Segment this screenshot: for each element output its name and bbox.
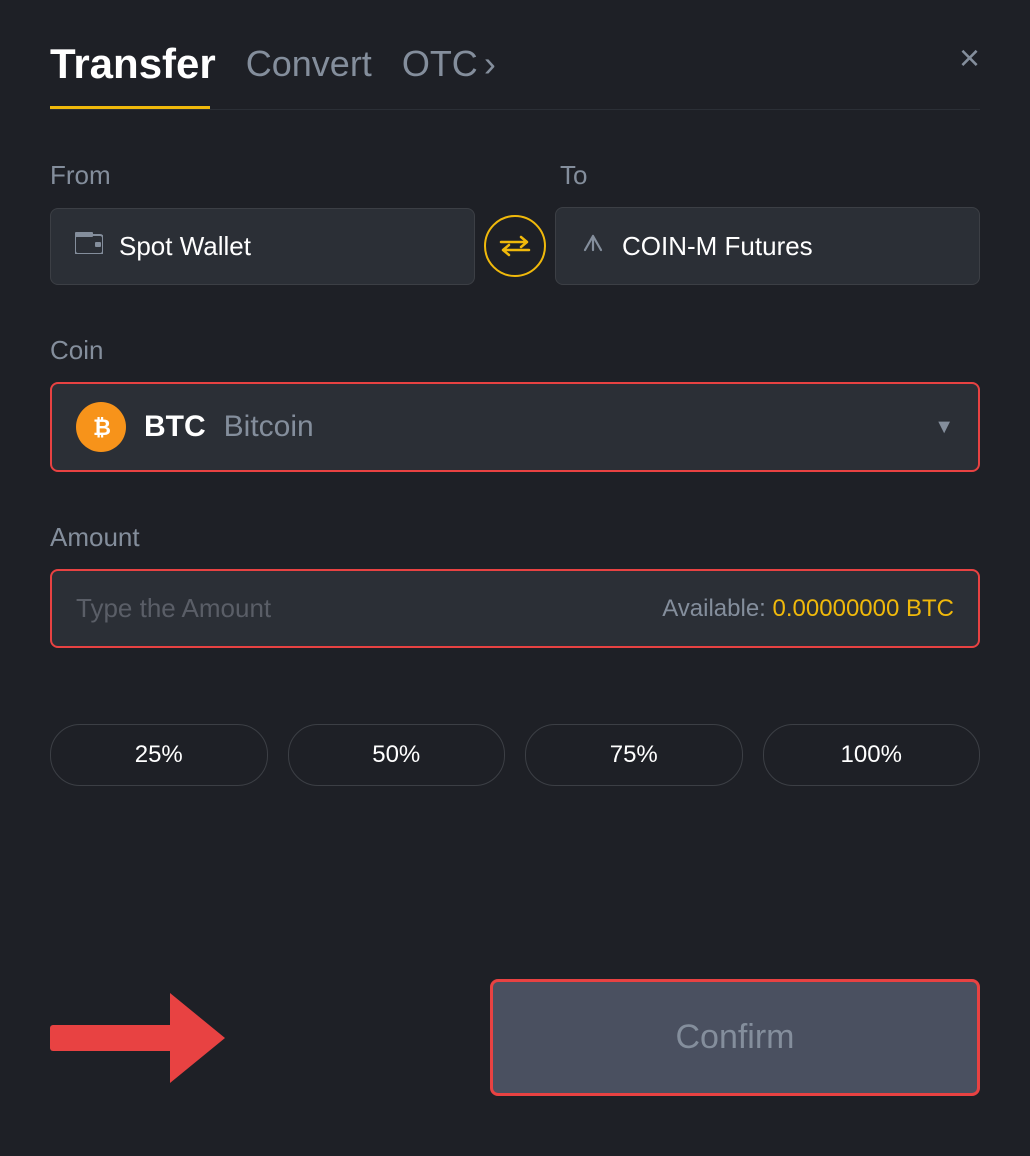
amount-placeholder: Type the Amount (76, 593, 271, 624)
amount-input-box[interactable]: Type the Amount Available: 0.00000000 BT… (50, 569, 980, 648)
futures-icon (580, 230, 606, 262)
coin-symbol: BTC (144, 410, 206, 444)
percent-100-button[interactable]: 100% (763, 724, 981, 786)
tab-transfer[interactable]: Transfer (50, 40, 216, 88)
close-button[interactable]: × (959, 40, 980, 76)
tab-otc[interactable]: OTC › (402, 43, 496, 85)
percent-25-button[interactable]: 25% (50, 724, 268, 786)
from-wallet-selector[interactable]: Spot Wallet (50, 208, 475, 285)
coin-name: Bitcoin (224, 410, 314, 444)
percent-row: 25% 50% 75% 100% (50, 724, 980, 786)
transfer-modal: Transfer Convert OTC › × From To (0, 0, 1030, 1156)
wallet-icon (75, 232, 103, 261)
percent-75-button[interactable]: 75% (525, 724, 743, 786)
bottom-section: Confirm (50, 939, 980, 1096)
tab-convert[interactable]: Convert (246, 43, 372, 85)
swap-button-container (475, 215, 555, 277)
to-label: To (560, 160, 980, 191)
percent-50-button[interactable]: 50% (288, 724, 506, 786)
amount-label: Amount (50, 522, 980, 553)
svg-text:₿: ₿ (93, 415, 111, 440)
from-wallet-name: Spot Wallet (119, 231, 251, 262)
swap-button[interactable] (484, 215, 546, 277)
from-to-labels: From To (50, 160, 980, 191)
arrow-indicator (50, 993, 250, 1083)
modal-header: Transfer Convert OTC › × (50, 40, 980, 88)
header-divider (50, 109, 980, 110)
btc-icon: ₿ (76, 402, 126, 452)
available-amount: 0.00000000 BTC (773, 595, 954, 622)
coin-selector[interactable]: ₿ BTC Bitcoin ▼ (50, 382, 980, 472)
coin-section: Coin ₿ BTC Bitcoin ▼ (50, 335, 980, 522)
available-text: Available: 0.00000000 BTC (662, 595, 954, 623)
amount-section: Amount Type the Amount Available: 0.0000… (50, 522, 980, 648)
to-wallet-name: COIN-M Futures (622, 231, 813, 262)
from-label: From (50, 160, 470, 191)
dropdown-arrow-icon: ▼ (934, 416, 954, 439)
from-to-section: From To Spot Wallet (50, 160, 980, 285)
from-to-row: Spot Wallet COIN-M Futures (50, 207, 980, 285)
confirm-button[interactable]: Confirm (490, 979, 980, 1096)
coin-label: Coin (50, 335, 980, 366)
to-wallet-selector[interactable]: COIN-M Futures (555, 207, 980, 285)
